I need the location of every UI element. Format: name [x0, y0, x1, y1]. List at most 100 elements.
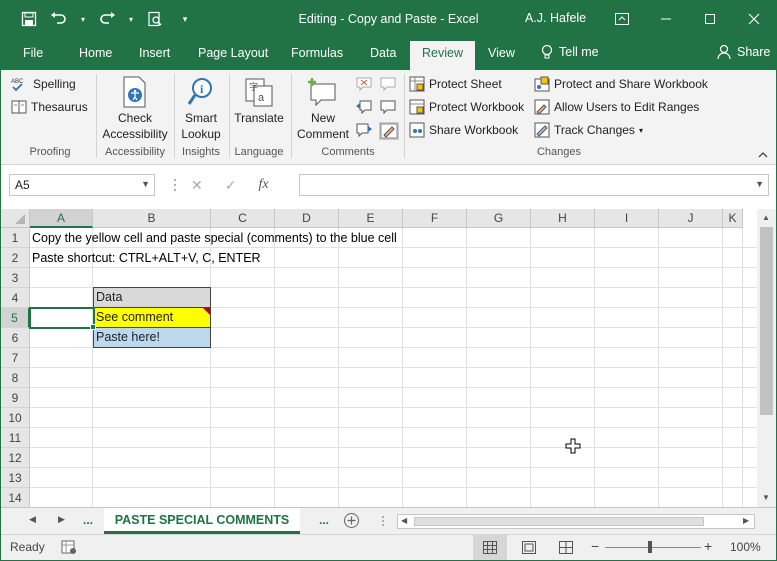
chevron-down-icon[interactable]: ▼ [141, 179, 150, 189]
tab-view[interactable]: View [488, 46, 515, 60]
sheet-tab-paste-special-comments[interactable]: PASTE SPECIAL COMMENTS [104, 508, 300, 534]
translate-button[interactable]: 字a Translate [231, 76, 287, 126]
scroll-left-icon[interactable]: ◀ [401, 516, 407, 525]
cancel-icon[interactable]: ✕ [191, 177, 203, 194]
column-header-k[interactable]: K [723, 209, 743, 228]
scroll-down-icon[interactable]: ▼ [762, 493, 770, 502]
column-header-h[interactable]: H [531, 209, 595, 228]
column-header-b[interactable]: B [93, 209, 211, 228]
column-header-g[interactable]: G [467, 209, 531, 228]
thesaurus-button[interactable]: Thesaurus [11, 99, 88, 115]
tab-splitter-icon[interactable] [381, 515, 385, 530]
spelling-button[interactable]: ABC Spelling [11, 76, 76, 92]
allow-users-button[interactable]: Allow Users to Edit Ranges [534, 99, 699, 115]
minimize-icon[interactable] [644, 1, 688, 37]
column-header-a[interactable]: A [30, 209, 93, 228]
previous-comment-icon[interactable] [355, 99, 373, 115]
tab-page-layout[interactable]: Page Layout [198, 46, 268, 60]
name-box[interactable]: A5 ▼ [9, 174, 155, 196]
formula-input[interactable]: ▼ [299, 174, 769, 196]
ribbon-display-icon[interactable] [600, 1, 644, 37]
row-header-8[interactable]: 8 [1, 368, 30, 388]
undo-icon[interactable] [49, 9, 69, 29]
row-header-14[interactable]: 14 [1, 488, 30, 507]
show-all-comments-icon[interactable] [379, 99, 397, 115]
delete-comment-icon[interactable] [355, 76, 373, 92]
cell-a2[interactable]: Paste shortcut: CTRL+ALT+V, C, ENTER [32, 248, 261, 268]
row-header-2[interactable]: 2 [1, 248, 30, 268]
select-all-button[interactable] [1, 209, 30, 228]
normal-view-icon[interactable] [473, 535, 507, 560]
expand-formula-bar-icon[interactable]: ▼ [755, 179, 764, 189]
row-header-7[interactable]: 7 [1, 348, 30, 368]
formula-bar-splitter[interactable] [173, 177, 177, 193]
check-accessibility-button[interactable]: Check Accessibility [99, 76, 171, 142]
next-comment-icon[interactable] [355, 122, 373, 138]
tell-me-box[interactable]: Tell me [541, 44, 599, 60]
close-icon[interactable] [732, 1, 776, 37]
tab-file[interactable]: File [23, 46, 43, 60]
column-header-i[interactable]: I [595, 209, 659, 228]
row-header-12[interactable]: 12 [1, 448, 30, 468]
sheet-next-icon[interactable]: ▶ [58, 514, 65, 525]
protect-sheet-button[interactable]: Protect Sheet [409, 76, 502, 92]
page-layout-view-icon[interactable] [522, 541, 536, 557]
undo-dropdown-icon[interactable]: ▾ [79, 9, 87, 29]
zoom-in-icon[interactable]: + [704, 538, 712, 554]
cell-a1[interactable]: Copy the yellow cell and paste special (… [32, 228, 397, 248]
zoom-out-icon[interactable]: − [591, 538, 599, 554]
redo-dropdown-icon[interactable]: ▾ [127, 9, 135, 29]
tab-formulas[interactable]: Formulas [291, 46, 343, 60]
column-header-d[interactable]: D [275, 209, 339, 228]
row-header-10[interactable]: 10 [1, 408, 30, 428]
share-button[interactable]: Share [717, 44, 770, 60]
scroll-up-icon[interactable]: ▲ [762, 213, 770, 222]
page-break-view-icon[interactable] [559, 541, 573, 557]
cell-b6[interactable]: Paste here! [93, 327, 211, 348]
row-header-6[interactable]: 6 [1, 328, 30, 348]
tab-data[interactable]: Data [370, 46, 396, 60]
row-header-11[interactable]: 11 [1, 428, 30, 448]
tab-home[interactable]: Home [79, 46, 112, 60]
show-comment-icon[interactable] [379, 76, 397, 92]
fill-handle[interactable] [90, 324, 96, 330]
cell-b4[interactable]: Data [93, 287, 211, 308]
row-header-1[interactable]: 1 [1, 228, 30, 248]
column-header-j[interactable]: J [659, 209, 723, 228]
track-changes-button[interactable]: Track Changes ▾ [534, 122, 643, 138]
row-header-3[interactable]: 3 [1, 268, 30, 288]
row-header-4[interactable]: 4 [1, 288, 30, 308]
active-cell-a5[interactable] [29, 307, 95, 329]
column-header-e[interactable]: E [339, 209, 403, 228]
print-preview-icon[interactable] [145, 9, 165, 29]
column-header-c[interactable]: C [211, 209, 275, 228]
row-header-5[interactable]: 5 [1, 308, 30, 328]
zoom-level[interactable]: 100% [730, 540, 761, 554]
save-icon[interactable] [19, 9, 39, 29]
user-name[interactable]: A.J. Hafele [525, 11, 586, 25]
horizontal-scroll-thumb[interactable] [414, 517, 704, 526]
sheet-more-right[interactable]: ... [319, 513, 329, 527]
smart-lookup-button[interactable]: i Smart Lookup [177, 76, 225, 142]
tab-review[interactable]: Review [410, 41, 475, 70]
cell-b5[interactable]: See comment [93, 307, 211, 328]
protect-and-share-button[interactable]: Protect and Share Workbook [534, 76, 708, 92]
zoom-slider-thumb[interactable] [648, 541, 652, 553]
customize-qat-icon[interactable]: ▾ [175, 9, 195, 29]
column-header-f[interactable]: F [403, 209, 467, 228]
scroll-right-icon[interactable]: ▶ [743, 516, 749, 525]
worksheet-grid[interactable]: ABCDEFGHIJK 1 2 3 4 5 6 7 8 9 10 11 12 13 14 Copy the… [1, 209, 757, 507]
vertical-scroll-thumb[interactable] [760, 227, 773, 415]
tab-insert[interactable]: Insert [139, 46, 170, 60]
vertical-scrollbar[interactable]: ▲ ▼ [757, 209, 776, 507]
sheet-more-left[interactable]: ... [83, 513, 93, 527]
redo-icon[interactable] [97, 9, 117, 29]
add-sheet-icon[interactable] [343, 512, 360, 532]
show-ink-icon[interactable] [379, 122, 399, 140]
row-header-13[interactable]: 13 [1, 468, 30, 488]
enter-icon[interactable]: ✓ [225, 177, 237, 194]
insert-function-icon[interactable]: fx [258, 177, 268, 193]
horizontal-scrollbar[interactable]: ◀ ▶ [397, 514, 755, 529]
maximize-icon[interactable] [688, 1, 732, 37]
collapse-ribbon-icon[interactable] [758, 148, 768, 162]
